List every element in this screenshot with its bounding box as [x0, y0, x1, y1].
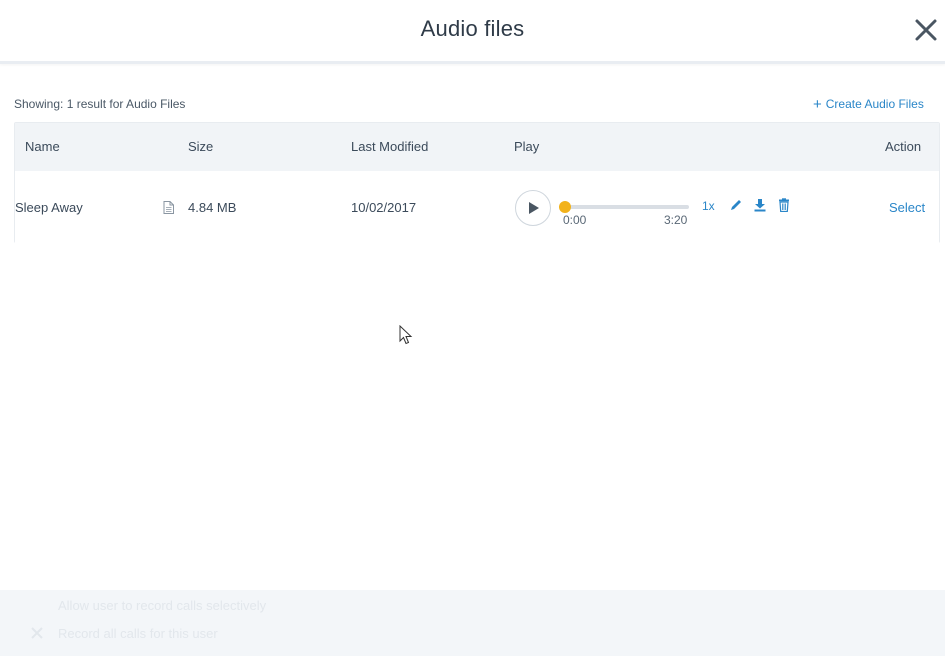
column-header-play: Play — [514, 139, 540, 154]
select-button[interactable]: Select — [889, 200, 925, 215]
download-icon[interactable] — [753, 198, 767, 212]
modal-header: Audio files — [0, 0, 945, 64]
play-icon — [529, 202, 539, 214]
pencil-icon[interactable] — [729, 198, 743, 212]
file-size: 4.84 MB — [188, 200, 237, 215]
trash-icon[interactable] — [777, 198, 791, 213]
progress-handle[interactable] — [559, 201, 571, 213]
play-button[interactable] — [515, 190, 551, 226]
audio-files-table: Name Size Last Modified Play Action Slee… — [14, 122, 940, 243]
last-modified-date: 10/02/2017 — [351, 200, 417, 215]
table-row: Sleep Away 4.84 MB 10/02/2017 0:00 3:20 — [15, 171, 939, 243]
close-icon[interactable] — [914, 18, 938, 42]
results-summary: Showing: 1 result for Audio Files — [14, 97, 186, 111]
duration: 3:20 — [664, 213, 688, 227]
column-header-name: Name — [25, 139, 60, 154]
column-header-size: Size — [188, 139, 214, 154]
plus-icon: + — [813, 96, 822, 113]
file-icon — [163, 201, 174, 214]
current-time: 0:00 — [563, 213, 587, 227]
audio-progress-bar[interactable] — [559, 201, 689, 213]
create-audio-files-button[interactable]: + Create Audio Files — [813, 96, 924, 113]
column-header-action: Action — [885, 139, 922, 154]
create-audio-files-label: Create Audio Files — [825, 97, 924, 111]
mouse-pointer-icon — [399, 324, 413, 345]
column-header-last-modified: Last Modified — [351, 139, 429, 154]
file-name: Sleep Away — [15, 200, 83, 215]
record-selectively-option: Allow user to record calls selectively — [58, 598, 267, 613]
checkmark-icon — [30, 626, 44, 640]
table-header: Name Size Last Modified Play Action — [15, 123, 939, 171]
background-settings-area: Allow user to record calls selectively R… — [0, 590, 945, 656]
record-all-calls-option: Record all calls for this user — [58, 626, 218, 641]
modal-title: Audio files — [420, 16, 525, 41]
audio-files-modal: Audio files Showing: 1 result for Audio … — [0, 0, 945, 656]
playback-speed-button[interactable]: 1x — [702, 199, 715, 213]
